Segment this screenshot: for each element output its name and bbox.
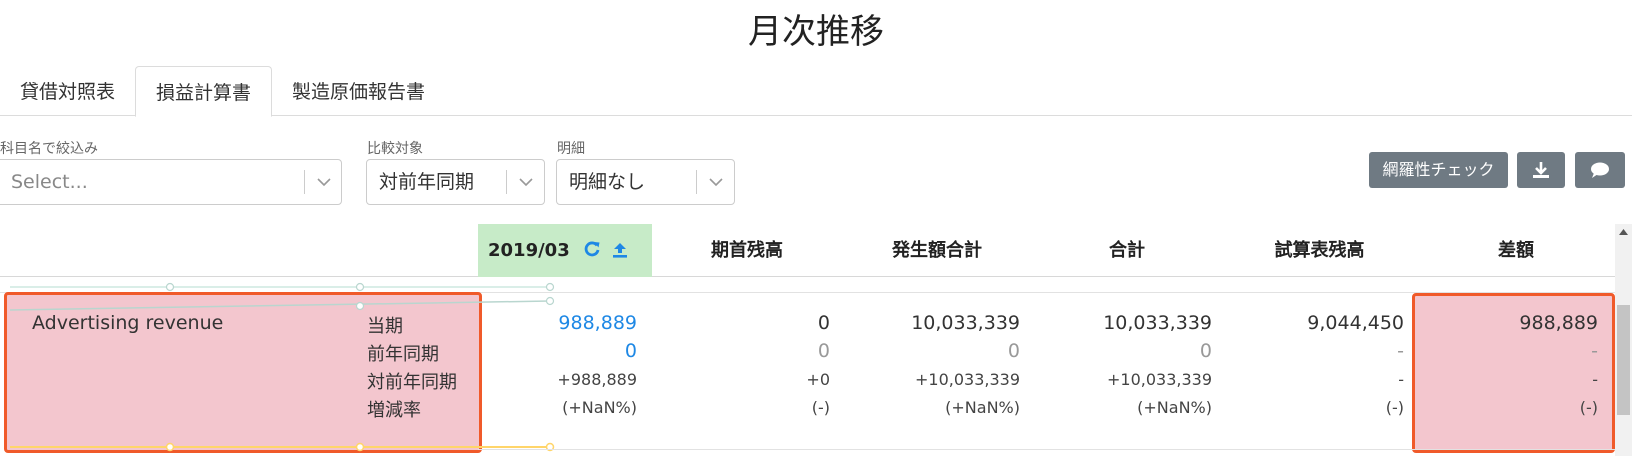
opening-balance-header: 期首残高 xyxy=(711,240,783,261)
row-label-prior-year: 前年同期 xyxy=(367,344,439,365)
scrollbar-thumb[interactable] xyxy=(1617,305,1630,415)
total-header: 合計 xyxy=(1109,240,1145,261)
period-header-label: 2019/03 xyxy=(488,240,570,261)
account-filter-placeholder: Select... xyxy=(11,171,88,193)
tab-income-statement[interactable]: 損益計算書 xyxy=(135,66,273,117)
compare-filter-label: 比較対象 xyxy=(367,141,423,157)
chevron-down-icon[interactable] xyxy=(697,160,735,204)
period-current-value[interactable]: 988,889 xyxy=(470,312,637,334)
report-tabs: 貸借対照表 損益計算書 製造原価報告書 xyxy=(0,66,1632,117)
movement-rate-value: (+NaN%) xyxy=(945,398,1020,417)
opening-rate-value: (-) xyxy=(811,398,830,417)
total-prior-value: 0 xyxy=(1199,340,1212,362)
total-rate-value: (+NaN%) xyxy=(1137,398,1212,417)
diff-yoy-value: - xyxy=(1592,370,1598,389)
period-rate-value: (+NaN%) xyxy=(562,398,637,417)
diff-current-value: 988,889 xyxy=(1519,312,1598,334)
compare-filter-select[interactable]: 対前年同期 xyxy=(366,159,545,205)
trial-current-value: 9,044,450 xyxy=(1307,312,1404,334)
trial-prior-value: - xyxy=(1397,340,1404,362)
account-name: Advertising revenue xyxy=(32,312,224,334)
movement-yoy-value: +10,033,339 xyxy=(914,370,1020,389)
detail-filter-value: 明細なし xyxy=(569,171,646,193)
upload-icon[interactable] xyxy=(610,239,630,259)
opening-yoy-value: +0 xyxy=(806,370,830,389)
period-prior-value[interactable]: 0 xyxy=(470,340,637,362)
detail-filter-select[interactable]: 明細なし xyxy=(556,159,735,205)
row-label-current: 当期 xyxy=(367,316,403,337)
period-yoy-value: +988,889 xyxy=(557,370,637,389)
comment-icon xyxy=(1591,162,1609,178)
total-yoy-value: +10,033,339 xyxy=(1106,370,1212,389)
movement-prior-value: 0 xyxy=(1007,340,1020,362)
diff-prior-value: - xyxy=(1591,340,1598,362)
download-button[interactable] xyxy=(1517,152,1565,188)
refresh-icon[interactable] xyxy=(582,239,602,259)
difference-header: 差額 xyxy=(1498,240,1534,261)
page-title: 月次推移 xyxy=(748,12,884,52)
movement-total-header: 発生額合計 xyxy=(892,240,982,261)
period-header: 2019/03 xyxy=(478,224,652,277)
connector-lines xyxy=(9,282,555,452)
tab-balance-sheet[interactable]: 貸借対照表 xyxy=(0,66,135,116)
row-label-change-rate: 増減率 xyxy=(367,400,421,421)
download-icon xyxy=(1533,162,1549,178)
row-label-yoy: 対前年同期 xyxy=(367,372,457,393)
comment-button[interactable] xyxy=(1575,152,1625,188)
account-filter-label: 科目名で絞込み xyxy=(0,141,98,157)
table-header: 2019/03 期首残高 発生額合計 合計 試算表残高 差額 xyxy=(0,224,1615,277)
trial-yoy-value: - xyxy=(1398,370,1404,389)
detail-filter-label: 明細 xyxy=(557,141,585,157)
completeness-check-button[interactable]: 網羅性チェック xyxy=(1369,152,1508,188)
movement-current-value: 10,033,339 xyxy=(911,312,1020,334)
scroll-up-arrow-icon[interactable] xyxy=(1617,226,1630,238)
chevron-down-icon[interactable] xyxy=(305,160,343,204)
diff-rate-value: (-) xyxy=(1579,398,1598,417)
opening-current-value: 0 xyxy=(817,312,830,334)
trial-balance-header: 試算表残高 xyxy=(1274,240,1365,261)
compare-filter-value: 対前年同期 xyxy=(379,171,475,193)
opening-prior-value: 0 xyxy=(817,340,830,362)
trial-rate-value: (-) xyxy=(1385,398,1404,417)
account-filter-select[interactable]: Select... xyxy=(0,159,342,205)
chevron-down-icon[interactable] xyxy=(507,160,545,204)
row-divider xyxy=(478,449,1632,450)
total-current-value: 10,033,339 xyxy=(1103,312,1212,334)
tab-manufacturing-cost[interactable]: 製造原価報告書 xyxy=(272,66,445,116)
